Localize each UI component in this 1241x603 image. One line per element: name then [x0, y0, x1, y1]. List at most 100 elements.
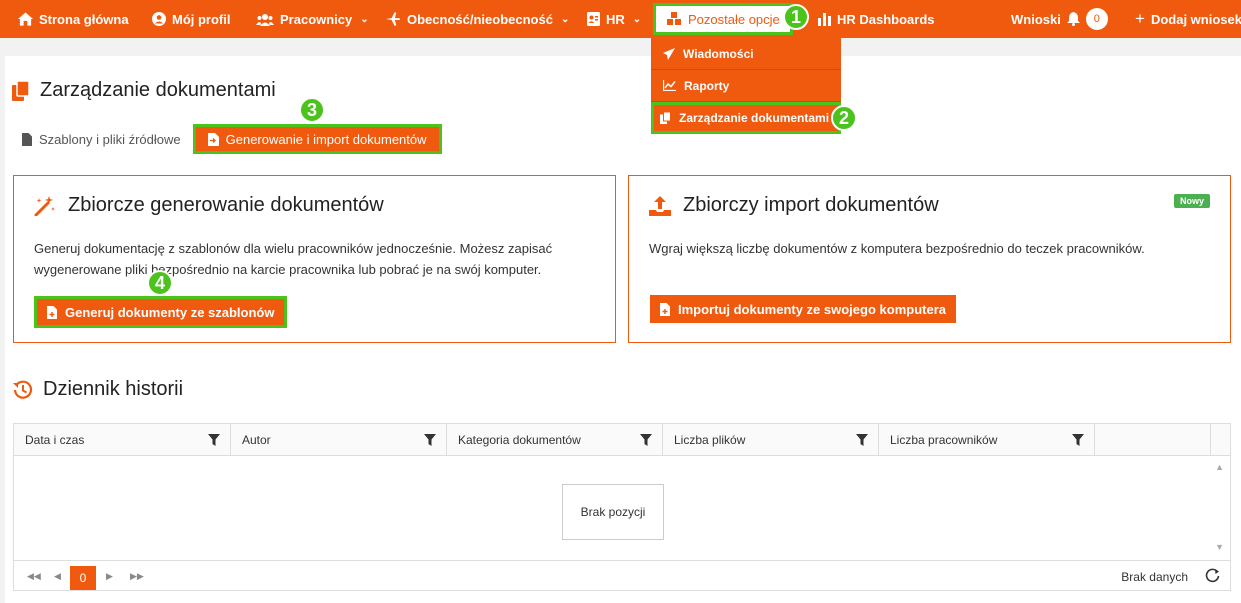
next-page-icon[interactable]: ▶ [106, 571, 113, 582]
nav-requests-label: Wnioski [1011, 11, 1061, 27]
dropdown-item-label: Zarządzanie dokumentami [679, 111, 830, 125]
bulk-generate-desc-line2: wygenerowane pliki bezpośrednio na karci… [34, 262, 542, 277]
filter-icon[interactable] [856, 434, 868, 446]
column-header-label: Liczba pracowników [890, 433, 998, 447]
nav-hr-dashboards[interactable]: HR Dashboards [818, 0, 935, 38]
top-navigation: Strona główna Mój profil Pracownicy ⌄ Ob… [0, 0, 1241, 38]
cubes-icon [667, 12, 681, 25]
filter-icon[interactable] [208, 434, 220, 446]
plane-icon [386, 12, 401, 26]
last-page-icon[interactable]: ▶▶ [130, 571, 144, 582]
nav-employees[interactable]: Pracownicy ⌄ [256, 0, 369, 38]
file-plus-icon [47, 305, 57, 319]
grid-pager: ◀◀ ◀ 0 ▶ ▶▶ Brak danych [14, 560, 1230, 590]
step-marker-3: 3 [299, 97, 325, 123]
bulk-generate-desc-line1: Generuj dokumentację z szablonów dla wie… [34, 241, 553, 256]
first-page-icon[interactable]: ◀◀ [27, 571, 41, 582]
scroll-down-arrow-icon[interactable]: ▼ [1215, 542, 1224, 552]
generate-from-templates-button[interactable]: Generuj dokumenty ze szablonów [34, 296, 288, 328]
nav-employees-label: Pracownicy [280, 11, 353, 27]
file-import-icon [207, 132, 219, 146]
copy-icon [660, 112, 671, 124]
tab-templates-label: Szablony i pliki źródłowe [39, 131, 181, 147]
column-header-file-count[interactable]: Liczba plików [663, 424, 879, 456]
column-header-spacer [1095, 424, 1211, 456]
paper-plane-icon [663, 47, 675, 60]
documents-icon [12, 80, 30, 101]
current-page[interactable]: 0 [70, 566, 96, 590]
other-options-dropdown: Wiadomości Raporty Zarządzanie dokumenta… [651, 38, 841, 134]
magic-wand-icon [34, 195, 55, 216]
refresh-icon[interactable] [1205, 568, 1220, 583]
filter-icon[interactable] [424, 434, 436, 446]
dropdown-item-messages[interactable]: Wiadomości [651, 38, 841, 70]
tab-generate-import[interactable]: Generowanie i import dokumentów [192, 124, 442, 154]
grid-header: Data i czas Autor Kategoria dokumentów L… [14, 424, 1230, 456]
requests-count-badge: 0 [1085, 8, 1108, 30]
upload-icon [649, 195, 671, 216]
user-circle-icon [152, 12, 166, 26]
bulk-import-title-text: Zbiorczy import dokumentów [683, 194, 939, 216]
dropdown-item-reports[interactable]: Raporty [651, 70, 841, 102]
dropdown-item-document-management[interactable]: Zarządzanie dokumentami [651, 102, 841, 134]
bulk-generate-title: Zbiorcze generowanie dokumentów [34, 194, 384, 217]
nav-home[interactable]: Strona główna [18, 0, 129, 38]
page-title: Zarządzanie dokumentami [12, 79, 276, 102]
column-header-employee-count[interactable]: Liczba pracowników [879, 424, 1095, 456]
nav-hr-label: HR [606, 11, 625, 27]
new-badge: Nowy [1173, 194, 1210, 208]
nav-hr[interactable]: HR ⌄ [587, 0, 641, 38]
nav-home-label: Strona główna [39, 11, 129, 27]
nav-profile[interactable]: Mój profil [152, 0, 231, 38]
plus-icon: + [1135, 9, 1145, 28]
import-from-computer-button[interactable]: Importuj dokumenty ze swojego komputera [650, 295, 956, 323]
nav-add-request[interactable]: + Dodaj wniosek [1135, 0, 1241, 38]
file-icon [22, 132, 32, 146]
id-card-icon [587, 12, 600, 26]
column-header-author[interactable]: Autor [231, 424, 447, 456]
step-marker-1: 1 [783, 4, 809, 30]
column-header-label: Kategoria dokumentów [458, 433, 581, 447]
tab-generate-import-label: Generowanie i import dokumentów [225, 131, 427, 147]
import-from-computer-label: Importuj dokumenty ze swojego komputera [678, 301, 946, 317]
column-header-date[interactable]: Data i czas [14, 424, 231, 456]
home-icon [18, 12, 33, 26]
nav-profile-label: Mój profil [172, 11, 231, 27]
document-tabs: Szablony i pliki źródłowe Generowanie i … [22, 124, 442, 154]
generate-from-templates-label: Generuj dokumenty ze szablonów [65, 304, 275, 320]
bulk-import-panel: Zbiorczy import dokumentów Nowy Wgraj wi… [628, 175, 1231, 343]
tab-templates[interactable]: Szablony i pliki źródłowe [22, 132, 181, 147]
dropdown-item-label: Wiadomości [683, 46, 754, 61]
history-grid: Data i czas Autor Kategoria dokumentów L… [13, 423, 1231, 591]
empty-state: Brak pozycji [562, 484, 664, 540]
filter-icon[interactable] [640, 434, 652, 446]
nav-other-options-label: Pozostałe opcje [688, 11, 780, 27]
bell-icon [1066, 12, 1080, 26]
step-marker-4: 4 [147, 270, 173, 296]
bulk-generate-description: Generuj dokumentację z szablonów dla wie… [34, 238, 552, 280]
previous-page-icon[interactable]: ◀ [54, 571, 61, 582]
chevron-down-icon: ⌄ [560, 13, 570, 25]
line-chart-icon [663, 80, 676, 91]
chevron-down-icon: ⌄ [360, 13, 369, 25]
chevron-down-icon: ⌄ [632, 13, 642, 25]
dropdown-item-label: Raporty [684, 78, 730, 93]
column-header-label: Liczba plików [674, 433, 746, 447]
users-icon [256, 13, 274, 26]
nav-attendance[interactable]: Obecność/nieobecność ⌄ [386, 0, 569, 38]
nav-other-options[interactable]: Pozostałe opcje [653, 3, 793, 35]
pager-info: Brak danych [1121, 570, 1188, 584]
nav-hr-dashboards-label: HR Dashboards [837, 11, 935, 27]
filter-icon[interactable] [1072, 434, 1084, 446]
column-header-label: Data i czas [25, 433, 85, 447]
bulk-import-description: Wgraj większą liczbę dokumentów z komput… [649, 241, 1145, 256]
scroll-up-arrow-icon[interactable]: ▲ [1215, 462, 1224, 472]
column-header-category[interactable]: Kategoria dokumentów [447, 424, 663, 456]
bulk-generate-panel: Zbiorcze generowanie dokumentów Generuj … [13, 175, 616, 343]
history-icon [13, 380, 33, 399]
page-title-text: Zarządzanie dokumentami [40, 79, 276, 101]
history-title: Dziennik historii [13, 378, 183, 401]
nav-requests[interactable]: Wnioski 0 [1011, 0, 1108, 38]
bulk-import-title: Zbiorczy import dokumentów [649, 194, 939, 217]
file-plus-icon [660, 302, 670, 316]
